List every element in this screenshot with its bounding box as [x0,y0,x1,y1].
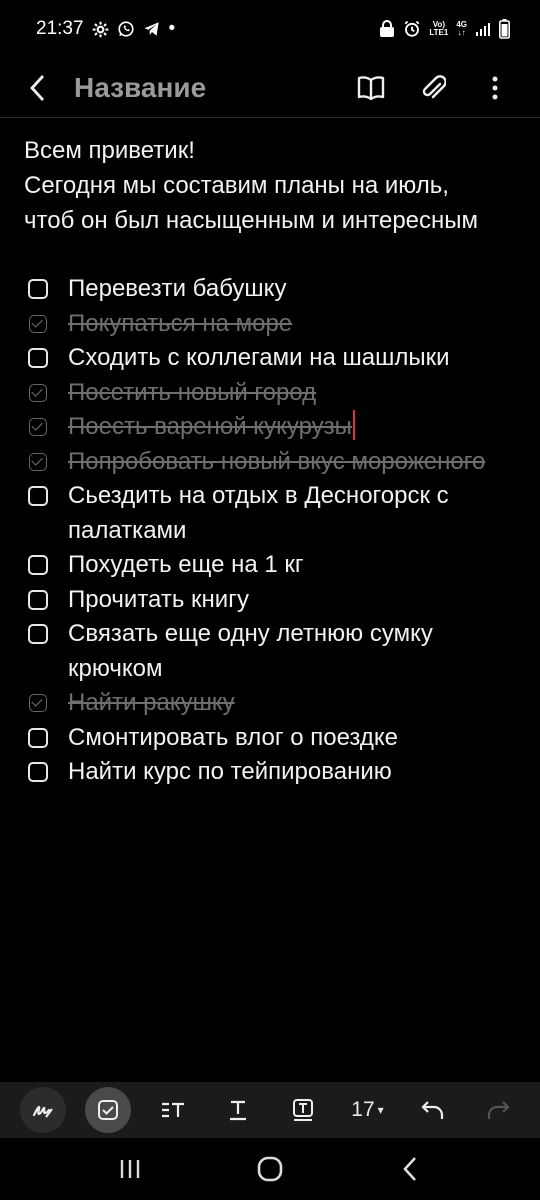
checklist-item[interactable]: Попробовать новый вкус мороженого [24,445,524,480]
checklist-item[interactable]: Сьездить на отдых в Десногорск с палатка… [24,479,524,548]
checklist-item[interactable]: Прочитать книгу [24,583,524,618]
checklist-item[interactable]: Связать еще одну летнюю сумку крючком [24,617,524,686]
handwriting-button[interactable] [19,1087,66,1133]
checklist-item-text[interactable]: Смонтировать влог о поездке [68,721,524,756]
home-circle-icon [257,1156,283,1182]
checklist-item-text[interactable]: Найти курс по тейпированию [68,755,524,790]
checklist-item-text[interactable]: Покупаться на море [68,307,524,342]
undo-button[interactable] [410,1087,456,1133]
settings-gear-icon [92,21,109,38]
reading-mode-button[interactable] [356,68,386,108]
note-intro: Всем приветик! Сегодня мы составим планы… [24,133,524,238]
attach-button[interactable] [418,68,448,108]
unchecked-checkbox-icon[interactable] [28,589,48,610]
paperclip-icon [422,74,446,98]
checklist-item[interactable]: Смонтировать влог о поездке [24,721,524,756]
editor-toolbar: 17 ▾ [0,1082,540,1138]
telegram-icon [143,20,161,38]
checklist-item-text[interactable]: Сходить с коллегами на шашлыки [68,341,524,376]
undo-icon [420,1101,443,1119]
intro-line: Всем приветик! [24,137,195,164]
redo-icon [487,1101,510,1119]
list-text-icon [161,1102,184,1118]
checklist-item[interactable]: Покупаться на море [24,307,524,342]
redo-button[interactable] [475,1087,521,1133]
note-title[interactable]: Название [74,72,356,104]
note-header: Название [0,58,540,118]
text-underline-icon [229,1100,246,1121]
book-icon [357,75,385,100]
text-style-button[interactable] [280,1087,326,1133]
volte-indicator: Vo) LTE1 [429,20,449,37]
unchecked-checkbox-icon[interactable] [28,555,48,575]
checklist-item-text[interactable]: Поесть вареной кукурузы [68,410,524,445]
unchecked-checkbox-icon[interactable] [28,727,48,748]
chevron-left-icon [30,74,45,101]
intro-line: Сегодня мы составим планы на июль, [24,172,449,199]
checked-checkbox-icon[interactable] [29,418,47,436]
battery-icon [499,19,510,39]
checklist: Перевезти бабушку Покупаться на море Сходи… [24,272,524,790]
status-time: 21:37 [36,18,84,39]
intro-line: чтоб он был насыщенным и интересным [24,207,479,234]
status-bar: 21:37 • Vo) LTE1 4G ↓↑ [0,0,540,58]
note-body[interactable]: Всем приветик! Сегодня мы составим планы… [24,133,524,790]
checklist-item-text[interactable]: Посетить новый город [68,376,524,411]
checklist-item-text[interactable]: Прочитать книгу [68,583,524,618]
checklist-item[interactable]: Найти ракушку [24,686,524,721]
unchecked-checkbox-icon[interactable] [28,348,48,368]
checklist-item[interactable]: Поесть вареной кукурузы [24,410,524,445]
text-box-icon [292,1099,313,1121]
checklist-item[interactable]: Перевезти бабушку [24,272,524,307]
checklist-item-text[interactable]: Попробовать новый вкус мороженого [68,445,524,480]
font-size-value: 17 [351,1098,375,1121]
recent-apps-button[interactable] [100,1144,160,1194]
caret-down-icon: ▾ [377,1103,384,1117]
checklist-item-text[interactable]: Похудеть еще на 1 кг [68,548,524,583]
back-button[interactable] [28,68,58,108]
checklist-item-text[interactable]: Сьездить на отдых в Десногорск с палатка… [68,479,524,548]
whatsapp-icon [117,20,135,38]
font-size-selector[interactable]: 17 ▾ [345,1087,391,1133]
checklist-item-text[interactable]: Найти ракушку [68,686,524,721]
chevron-left-icon [403,1157,416,1181]
checklist-item-text[interactable]: Перевезти бабушку [68,272,524,307]
network-type-indicator: 4G ↓↑ [456,20,467,37]
alarm-lock-icon [379,20,395,38]
unchecked-checkbox-icon[interactable] [28,279,48,299]
system-nav-bar [0,1138,540,1200]
checkbox-icon [97,1100,118,1120]
unchecked-checkbox-icon[interactable] [28,762,48,782]
checkbox-button[interactable] [84,1087,131,1133]
checklist-item[interactable]: Сходить с коллегами на шашлыки [24,341,524,376]
more-vertical-icon [492,76,498,99]
more-options-button[interactable] [480,68,510,108]
notification-dot: • [168,18,176,39]
text-format-button[interactable] [215,1087,261,1133]
checked-checkbox-icon[interactable] [29,383,47,402]
text-cursor [352,410,355,440]
checked-checkbox-icon[interactable] [29,314,47,333]
unchecked-checkbox-icon[interactable] [28,486,48,506]
signal-icon [475,21,491,37]
nav-back-button[interactable] [380,1144,440,1194]
checklist-item[interactable]: Найти курс по тейпированию [24,755,524,790]
checklist-item-text[interactable]: Связать еще одну летнюю сумку крючком [68,617,524,686]
recent-apps-icon [120,1160,140,1178]
paragraph-style-button[interactable] [150,1087,196,1133]
checked-checkbox-icon[interactable] [29,452,47,471]
home-button[interactable] [240,1144,300,1194]
unchecked-checkbox-icon[interactable] [28,624,48,644]
checked-checkbox-icon[interactable] [29,694,47,712]
handwriting-pen-icon [32,1105,53,1118]
checklist-item[interactable]: Похудеть еще на 1 кг [24,548,524,583]
alarm-clock-icon [403,20,421,38]
checklist-item[interactable]: Посетить новый город [24,376,524,411]
